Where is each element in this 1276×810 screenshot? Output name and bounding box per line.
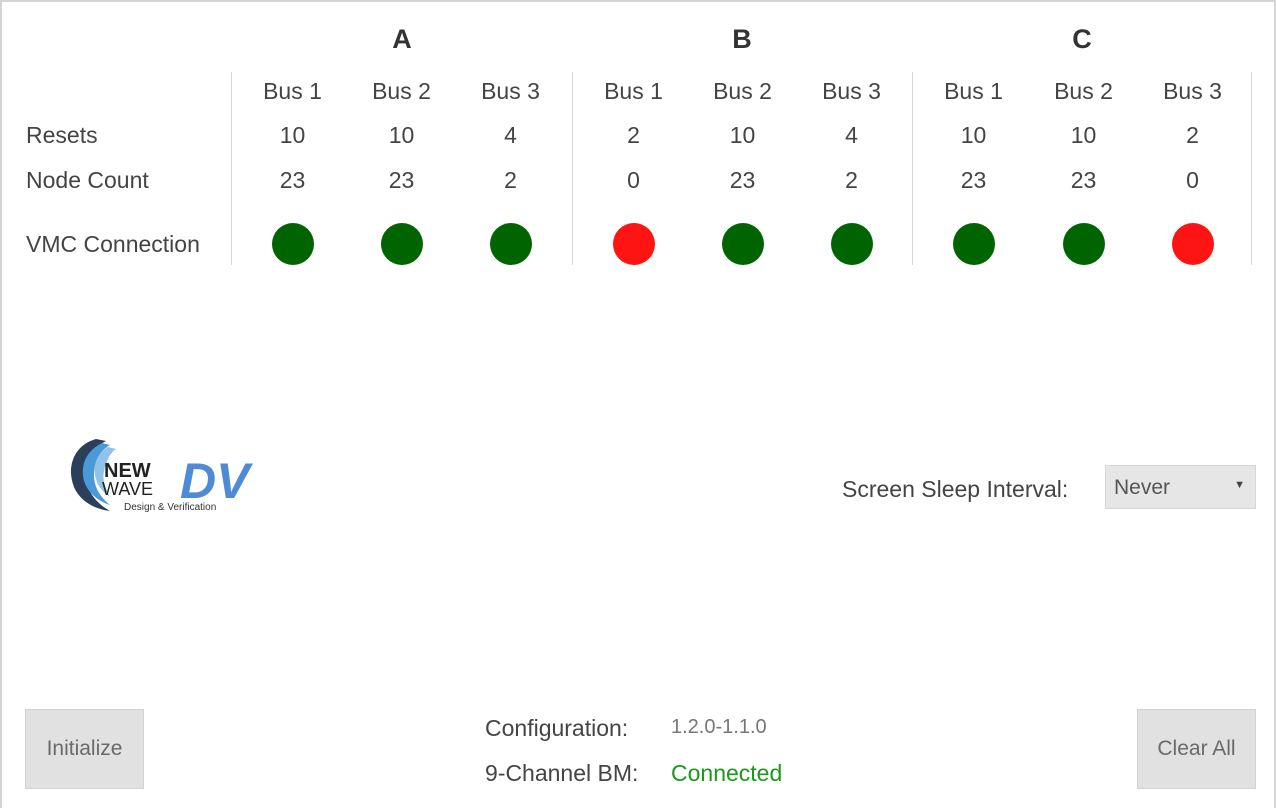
bus-header: Bus 3 <box>1163 78 1222 104</box>
resets-value: 10 <box>279 122 306 148</box>
node-count-value: 23 <box>388 167 415 193</box>
row-label-node-count: Node Count <box>26 167 149 193</box>
node-count-value: 23 <box>279 167 306 193</box>
bm-status-label: 9-Channel BM: <box>485 760 639 786</box>
logo-text-wave: WAVE <box>102 479 153 499</box>
newwave-dv-logo: NEW WAVE DV Design & Verification <box>66 435 262 515</box>
vmc-status-indicator <box>490 223 532 265</box>
vmc-status-indicator <box>1063 223 1105 265</box>
vmc-status-indicator <box>1172 223 1214 265</box>
vmc-status-indicator <box>272 223 314 265</box>
bus-header: Bus 1 <box>263 78 322 104</box>
node-count-value: 2 <box>504 167 517 193</box>
clear-all-button[interactable]: Clear All <box>1137 709 1256 789</box>
bus-header: Bus 1 <box>604 78 663 104</box>
node-count-value: 23 <box>960 167 987 193</box>
resets-value: 10 <box>388 122 415 148</box>
bus-header: Bus 2 <box>713 78 772 104</box>
screen-sleep-label: Screen Sleep Interval: <box>842 476 1069 502</box>
screen-sleep-select[interactable]: Never ▼ <box>1105 465 1256 509</box>
resets-value: 2 <box>627 122 640 148</box>
group-title-a: A <box>392 24 412 54</box>
node-count-value: 0 <box>1186 167 1199 193</box>
dropdown-caret-icon: ▼ <box>1234 479 1245 491</box>
bm-status-value: Connected <box>671 760 783 786</box>
node-count-value: 0 <box>627 167 640 193</box>
resets-value: 10 <box>960 122 987 148</box>
initialize-button[interactable]: Initialize <box>25 709 144 789</box>
resets-value: 10 <box>729 122 756 148</box>
logo-swoosh-icon: NEW WAVE DV Design & Verification <box>70 439 253 513</box>
group-title-b: B <box>732 24 752 54</box>
resets-value: 4 <box>504 122 517 148</box>
bus-header: Bus 3 <box>822 78 881 104</box>
vmc-status-indicator <box>613 223 655 265</box>
group-title-c: C <box>1072 24 1092 54</box>
vmc-status-indicator <box>722 223 764 265</box>
logo-mark-dv: DV <box>180 453 253 509</box>
resets-value: 10 <box>1070 122 1097 148</box>
separator-a <box>231 72 232 265</box>
configuration-value: 1.2.0-1.1.0 <box>671 716 767 738</box>
separator-end <box>1251 72 1252 265</box>
node-count-value: 23 <box>729 167 756 193</box>
separator-b <box>572 72 573 265</box>
node-count-value: 2 <box>845 167 858 193</box>
bus-header: Bus 2 <box>1054 78 1113 104</box>
resets-value: 2 <box>1186 122 1199 148</box>
configuration-label: Configuration: <box>485 715 629 741</box>
node-count-value: 23 <box>1070 167 1097 193</box>
vmc-status-indicator <box>953 223 995 265</box>
bus-header: Bus 1 <box>944 78 1003 104</box>
bus-header: Bus 2 <box>372 78 431 104</box>
screen-sleep-value: Never <box>1114 476 1171 499</box>
logo-tagline: Design & Verification <box>124 502 216 513</box>
resets-value: 4 <box>845 122 858 148</box>
vmc-status-indicator <box>381 223 423 265</box>
vmc-status-indicator <box>831 223 873 265</box>
separator-c <box>912 72 913 265</box>
bus-header: Bus 3 <box>481 78 540 104</box>
row-label-vmc-connection: VMC Connection <box>26 231 200 257</box>
row-label-resets: Resets <box>26 122 98 148</box>
